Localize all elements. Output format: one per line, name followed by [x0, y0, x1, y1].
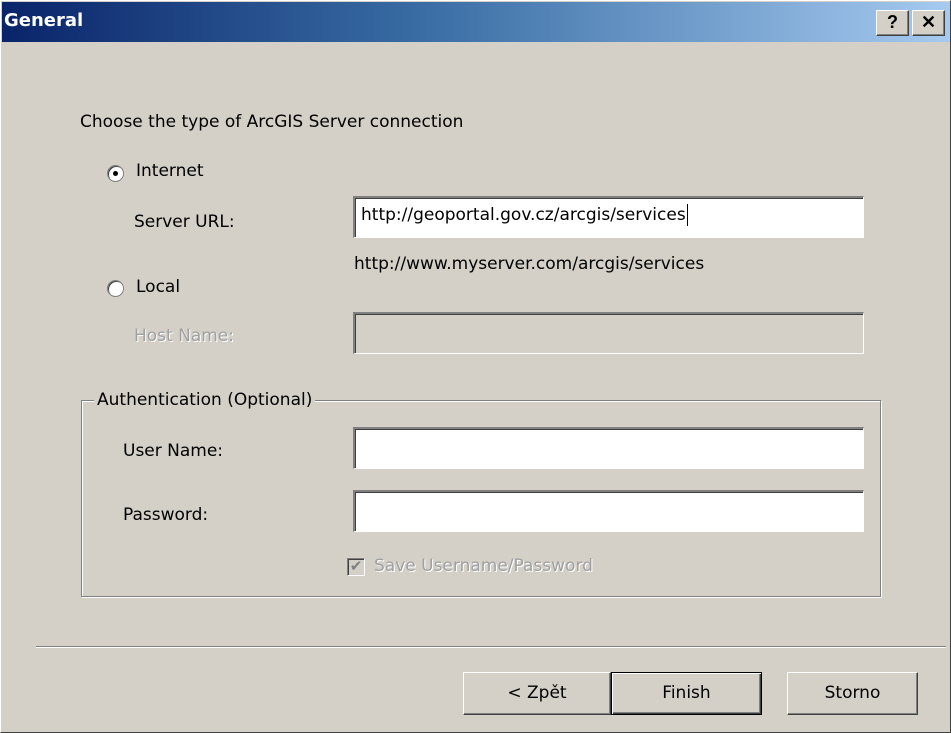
- user-name-label: User Name:: [123, 441, 224, 461]
- authentication-group-label: Authentication (Optional): [94, 390, 316, 410]
- cancel-button[interactable]: Storno: [787, 672, 918, 715]
- server-url-label: Server URL:: [134, 212, 235, 232]
- local-radio[interactable]: [107, 280, 124, 297]
- password-label: Password:: [123, 505, 209, 525]
- finish-button[interactable]: Finish: [611, 672, 762, 715]
- internet-radio[interactable]: [107, 165, 124, 182]
- help-icon: ?: [887, 12, 898, 32]
- host-name-label: Host Name:: [134, 326, 234, 346]
- window-title: General: [4, 10, 84, 31]
- radio-selected-dot: [113, 171, 118, 176]
- host-name-input: [353, 312, 864, 354]
- save-credentials-checkbox: ✔: [347, 558, 365, 576]
- connection-type-prompt: Choose the type of ArcGIS Server connect…: [80, 112, 464, 132]
- server-url-value: http://geoportal.gov.cz/arcgis/services: [361, 205, 686, 225]
- checkmark-icon: ✔: [349, 557, 363, 575]
- password-input[interactable]: [353, 490, 864, 532]
- dialog-window: General ? ✕ Choose the type of ArcGIS Se…: [0, 0, 951, 733]
- user-name-input[interactable]: [353, 427, 864, 469]
- help-button[interactable]: ?: [876, 10, 909, 36]
- footer-separator: [36, 646, 946, 648]
- server-url-input[interactable]: http://geoportal.gov.cz/arcgis/services: [353, 196, 864, 238]
- server-url-example: http://www.myserver.com/arcgis/services: [354, 254, 705, 274]
- back-button[interactable]: < Zpět: [463, 672, 611, 715]
- text-caret: [686, 204, 688, 226]
- close-button[interactable]: ✕: [912, 10, 945, 36]
- save-credentials-label: Save Username/Password: [374, 556, 593, 576]
- internet-label[interactable]: Internet: [136, 161, 204, 181]
- title-bar[interactable]: General ? ✕: [2, 2, 950, 42]
- local-label[interactable]: Local: [136, 277, 180, 297]
- close-icon: ✕: [920, 12, 937, 32]
